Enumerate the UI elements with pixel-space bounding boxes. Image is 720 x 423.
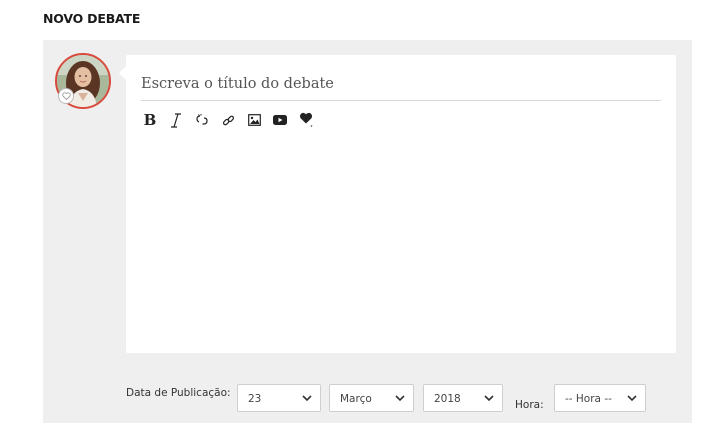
year-select[interactable]: 2018 xyxy=(423,384,503,412)
time-select-value: -- Hora -- xyxy=(565,393,612,405)
debate-editor[interactable]: B xyxy=(126,55,676,353)
link-icon[interactable] xyxy=(218,111,238,129)
time-label: Hora: xyxy=(515,399,544,411)
bold-button[interactable]: B xyxy=(140,111,160,129)
editor-toolbar: B xyxy=(140,111,322,129)
year-select-value: 2018 xyxy=(434,393,461,405)
unlink-icon[interactable] xyxy=(192,111,212,129)
title-divider xyxy=(141,100,661,101)
avatar[interactable] xyxy=(55,53,111,109)
heart-badge-icon xyxy=(58,88,74,104)
publication-date-label: Data de Publicação: xyxy=(126,387,231,399)
italic-button[interactable] xyxy=(166,111,186,129)
chevron-down-icon xyxy=(395,393,405,405)
chevron-down-icon xyxy=(627,393,637,405)
editor-pointer xyxy=(119,66,126,80)
month-select-value: Março xyxy=(340,393,372,405)
day-select-value: 23 xyxy=(248,393,262,405)
debate-title-input[interactable] xyxy=(141,71,659,97)
youtube-icon[interactable] xyxy=(270,111,290,129)
image-icon[interactable] xyxy=(244,111,264,129)
time-select[interactable]: -- Hora -- xyxy=(554,384,646,412)
chevron-down-icon xyxy=(302,393,312,405)
day-select[interactable]: 23 xyxy=(237,384,321,412)
heart-icon[interactable] xyxy=(296,111,316,129)
month-select[interactable]: Março xyxy=(329,384,414,412)
page-title: NOVO DEBATE xyxy=(43,11,141,26)
chevron-down-icon xyxy=(484,393,494,405)
publication-row: Data de Publicação: 23 Março 2018 Hora: … xyxy=(0,383,720,417)
